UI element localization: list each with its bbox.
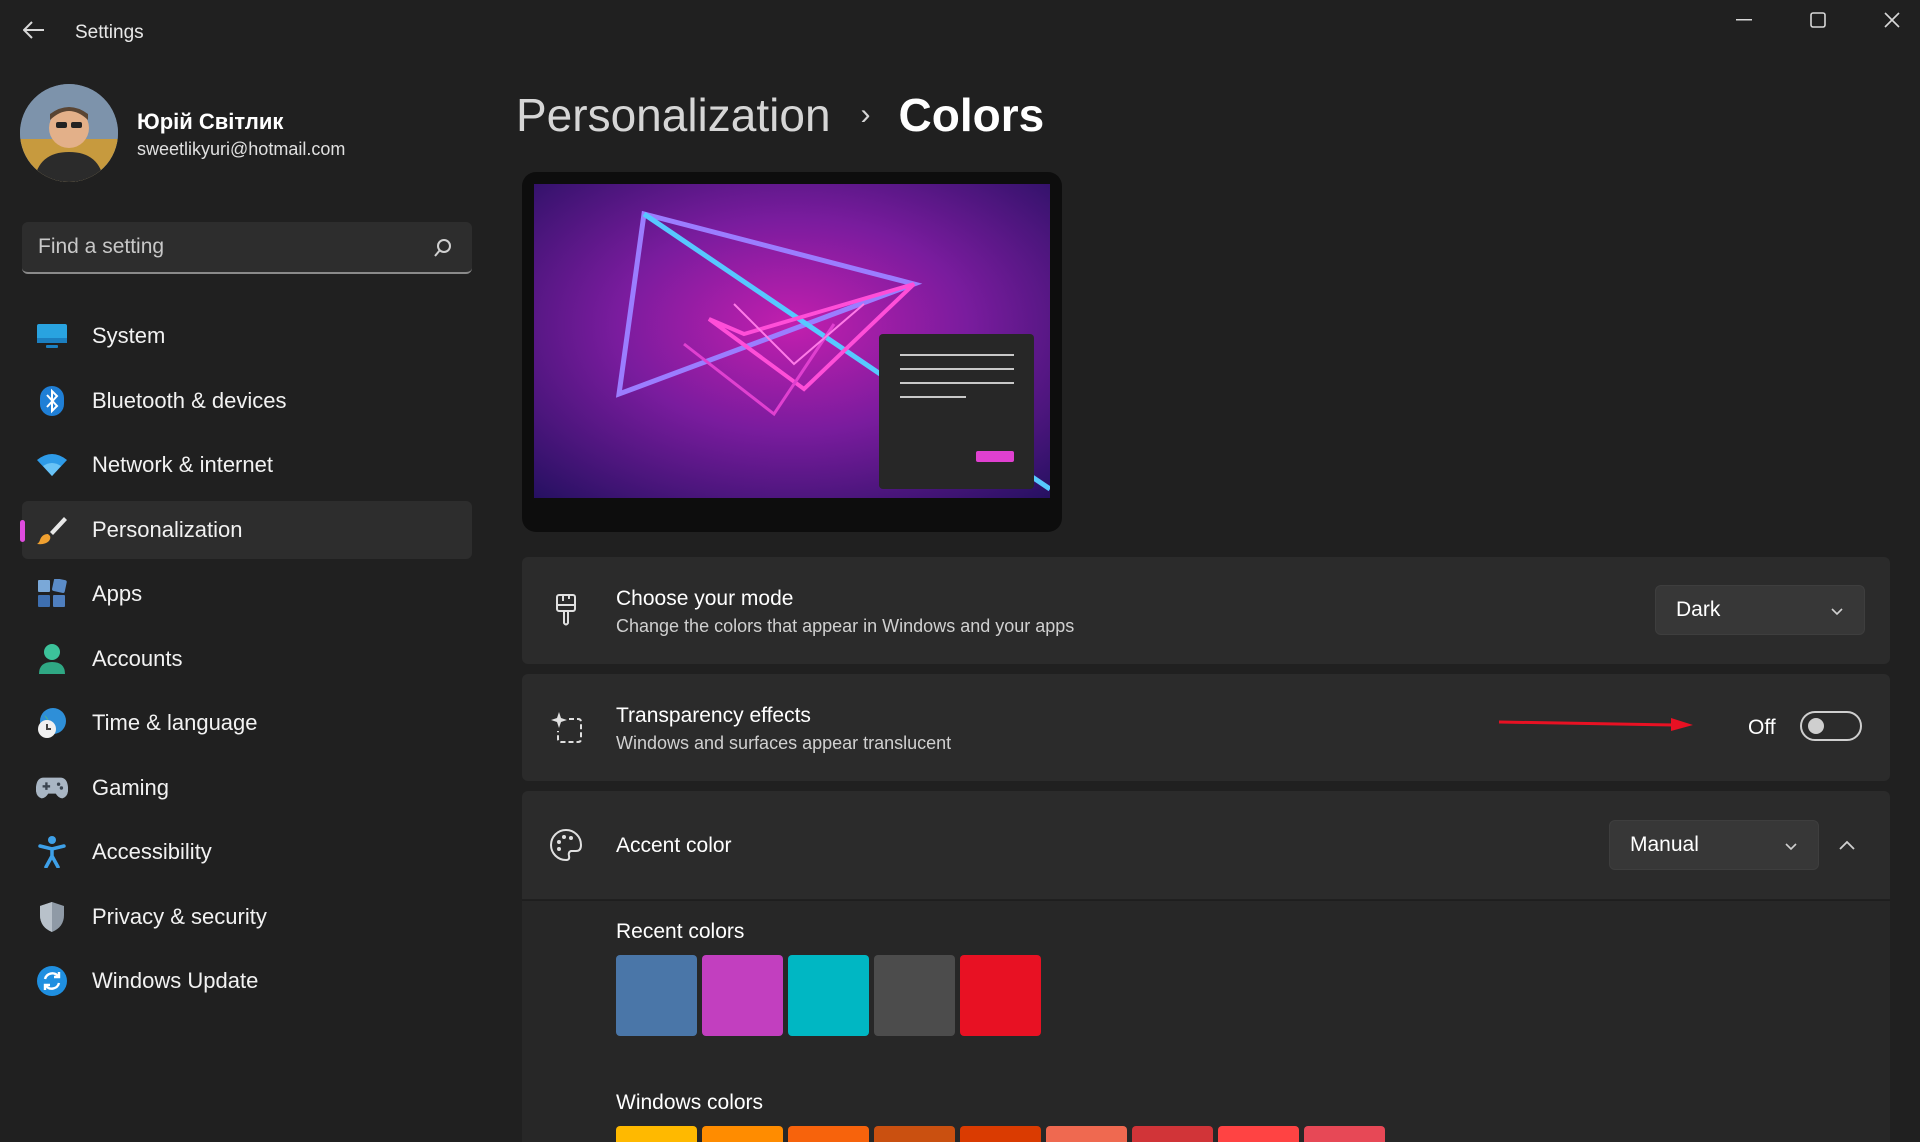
breadcrumb: Personalization › Colors xyxy=(516,88,1044,142)
brush-icon xyxy=(36,514,68,546)
sidebar-item-system[interactable]: System xyxy=(22,307,472,365)
transparency-description: Windows and surfaces appear translucent xyxy=(616,733,952,753)
color-swatch[interactable] xyxy=(874,955,955,1036)
close-button[interactable] xyxy=(1855,0,1920,40)
color-swatch[interactable] xyxy=(960,955,1041,1036)
sidebar-item-personalization[interactable]: Personalization xyxy=(20,500,472,559)
gamepad-icon xyxy=(36,772,68,804)
color-swatch[interactable] xyxy=(616,955,697,1036)
refresh-icon xyxy=(36,965,68,997)
globe-clock-icon xyxy=(36,707,68,739)
back-button[interactable] xyxy=(18,14,50,46)
recent-colors-row xyxy=(616,955,1041,1036)
sidebar-item-bluetooth[interactable]: Bluetooth & devices xyxy=(22,372,472,430)
paintbrush-icon xyxy=(548,592,584,628)
transparency-toggle-label: Off xyxy=(1748,716,1776,739)
search-box[interactable] xyxy=(22,222,472,274)
avatar[interactable] xyxy=(20,84,118,182)
bluetooth-icon xyxy=(36,385,68,417)
sidebar-item-label: Gaming xyxy=(92,774,170,800)
chevron-up-icon xyxy=(1839,840,1855,850)
transparency-card: Transparency effects Windows and surface… xyxy=(522,674,1890,781)
color-swatch[interactable] xyxy=(1218,1126,1299,1142)
wallpaper-preview-image xyxy=(534,184,1050,498)
mode-title: Choose your mode xyxy=(616,587,794,610)
transparency-icon xyxy=(548,709,584,745)
close-icon xyxy=(1884,12,1900,28)
windows-colors-label: Windows colors xyxy=(616,1091,764,1114)
accent-dropdown[interactable]: Manual xyxy=(1609,820,1819,870)
choose-mode-card: Choose your mode Change the colors that … xyxy=(522,557,1890,664)
mode-dropdown-value: Dark xyxy=(1676,598,1721,621)
sidebar-item-label: System xyxy=(92,323,166,348)
color-swatch[interactable] xyxy=(960,1126,1041,1142)
minimize-button[interactable] xyxy=(1707,0,1781,40)
collapse-button[interactable] xyxy=(1827,825,1867,865)
wifi-icon xyxy=(36,449,68,481)
apps-icon xyxy=(36,578,68,610)
accent-title: Accent color xyxy=(616,834,732,857)
windows-colors-row xyxy=(616,1126,1385,1142)
page-title: Colors xyxy=(898,89,1045,141)
search-input[interactable] xyxy=(38,222,418,272)
app-title: Settings xyxy=(75,22,144,43)
sidebar-item-gaming[interactable]: Gaming xyxy=(22,759,472,817)
person-icon xyxy=(36,643,68,675)
accent-color-panel: Recent colors Windows colors xyxy=(522,900,1890,1142)
chevron-down-icon xyxy=(1785,843,1797,851)
color-swatch[interactable] xyxy=(788,955,869,1036)
annotation-arrow xyxy=(1498,718,1693,731)
color-swatch[interactable] xyxy=(1304,1126,1385,1142)
breadcrumb-parent-link[interactable]: Personalization xyxy=(516,88,831,142)
accent-color-card: Accent color Manual xyxy=(522,791,1890,899)
chevron-right-icon: › xyxy=(860,98,871,131)
sidebar-item-label: Bluetooth & devices xyxy=(92,387,287,413)
color-swatch[interactable] xyxy=(702,955,783,1036)
sidebar-item-apps[interactable]: Apps xyxy=(22,565,472,623)
color-swatch[interactable] xyxy=(616,1126,697,1142)
sidebar-item-label: Windows Update xyxy=(92,968,259,993)
maximize-button[interactable] xyxy=(1781,0,1855,40)
recent-colors-label: Recent colors xyxy=(616,920,745,943)
minimize-icon xyxy=(1736,19,1752,21)
theme-preview xyxy=(522,172,1062,532)
user-photo-icon xyxy=(20,84,118,182)
sidebar-item-privacy[interactable]: Privacy & security xyxy=(22,888,472,946)
color-swatch[interactable] xyxy=(788,1126,869,1142)
mode-dropdown[interactable]: Dark xyxy=(1655,585,1865,635)
sidebar-item-windows-update[interactable]: Windows Update xyxy=(22,952,472,1010)
sidebar-item-time-language[interactable]: Time & language xyxy=(22,694,472,752)
shield-icon xyxy=(36,901,68,933)
accessibility-icon xyxy=(36,836,68,868)
color-swatch[interactable] xyxy=(1132,1126,1213,1142)
transparency-toggle[interactable] xyxy=(1800,711,1862,741)
user-name: Юрій Світлик xyxy=(137,109,284,134)
toggle-knob xyxy=(1808,718,1824,734)
palette-icon xyxy=(548,827,584,863)
title-bar: Settings xyxy=(0,0,1920,66)
maximize-icon xyxy=(1810,12,1826,28)
color-swatch[interactable] xyxy=(1046,1126,1127,1142)
color-swatch[interactable] xyxy=(702,1126,783,1142)
back-arrow-icon xyxy=(23,21,44,39)
sidebar-item-label: Privacy & security xyxy=(92,903,267,929)
sidebar-item-label: Network & internet xyxy=(92,452,273,477)
user-email: sweetlikyuri@hotmail.com xyxy=(137,139,346,159)
sidebar-item-label: Time & language xyxy=(92,710,258,735)
sidebar-item-label: Apps xyxy=(92,581,143,606)
sidebar-item-label: Personalization xyxy=(92,516,243,542)
transparency-title: Transparency effects xyxy=(616,704,811,727)
sidebar-item-label: Accounts xyxy=(92,645,183,671)
sidebar-item-accounts[interactable]: Accounts xyxy=(22,630,472,688)
search-icon[interactable] xyxy=(432,237,454,259)
sidebar-item-network[interactable]: Network & internet xyxy=(22,436,472,494)
chevron-down-icon xyxy=(1831,608,1843,616)
accent-dropdown-value: Manual xyxy=(1630,833,1699,856)
sidebar-nav: System Bluetooth & devices Network & int… xyxy=(20,307,472,1017)
sidebar-item-accessibility[interactable]: Accessibility xyxy=(22,823,472,881)
sidebar-item-label: Accessibility xyxy=(92,839,212,864)
mode-description: Change the colors that appear in Windows… xyxy=(616,616,1075,636)
color-swatch[interactable] xyxy=(874,1126,955,1142)
monitor-icon xyxy=(36,320,68,352)
